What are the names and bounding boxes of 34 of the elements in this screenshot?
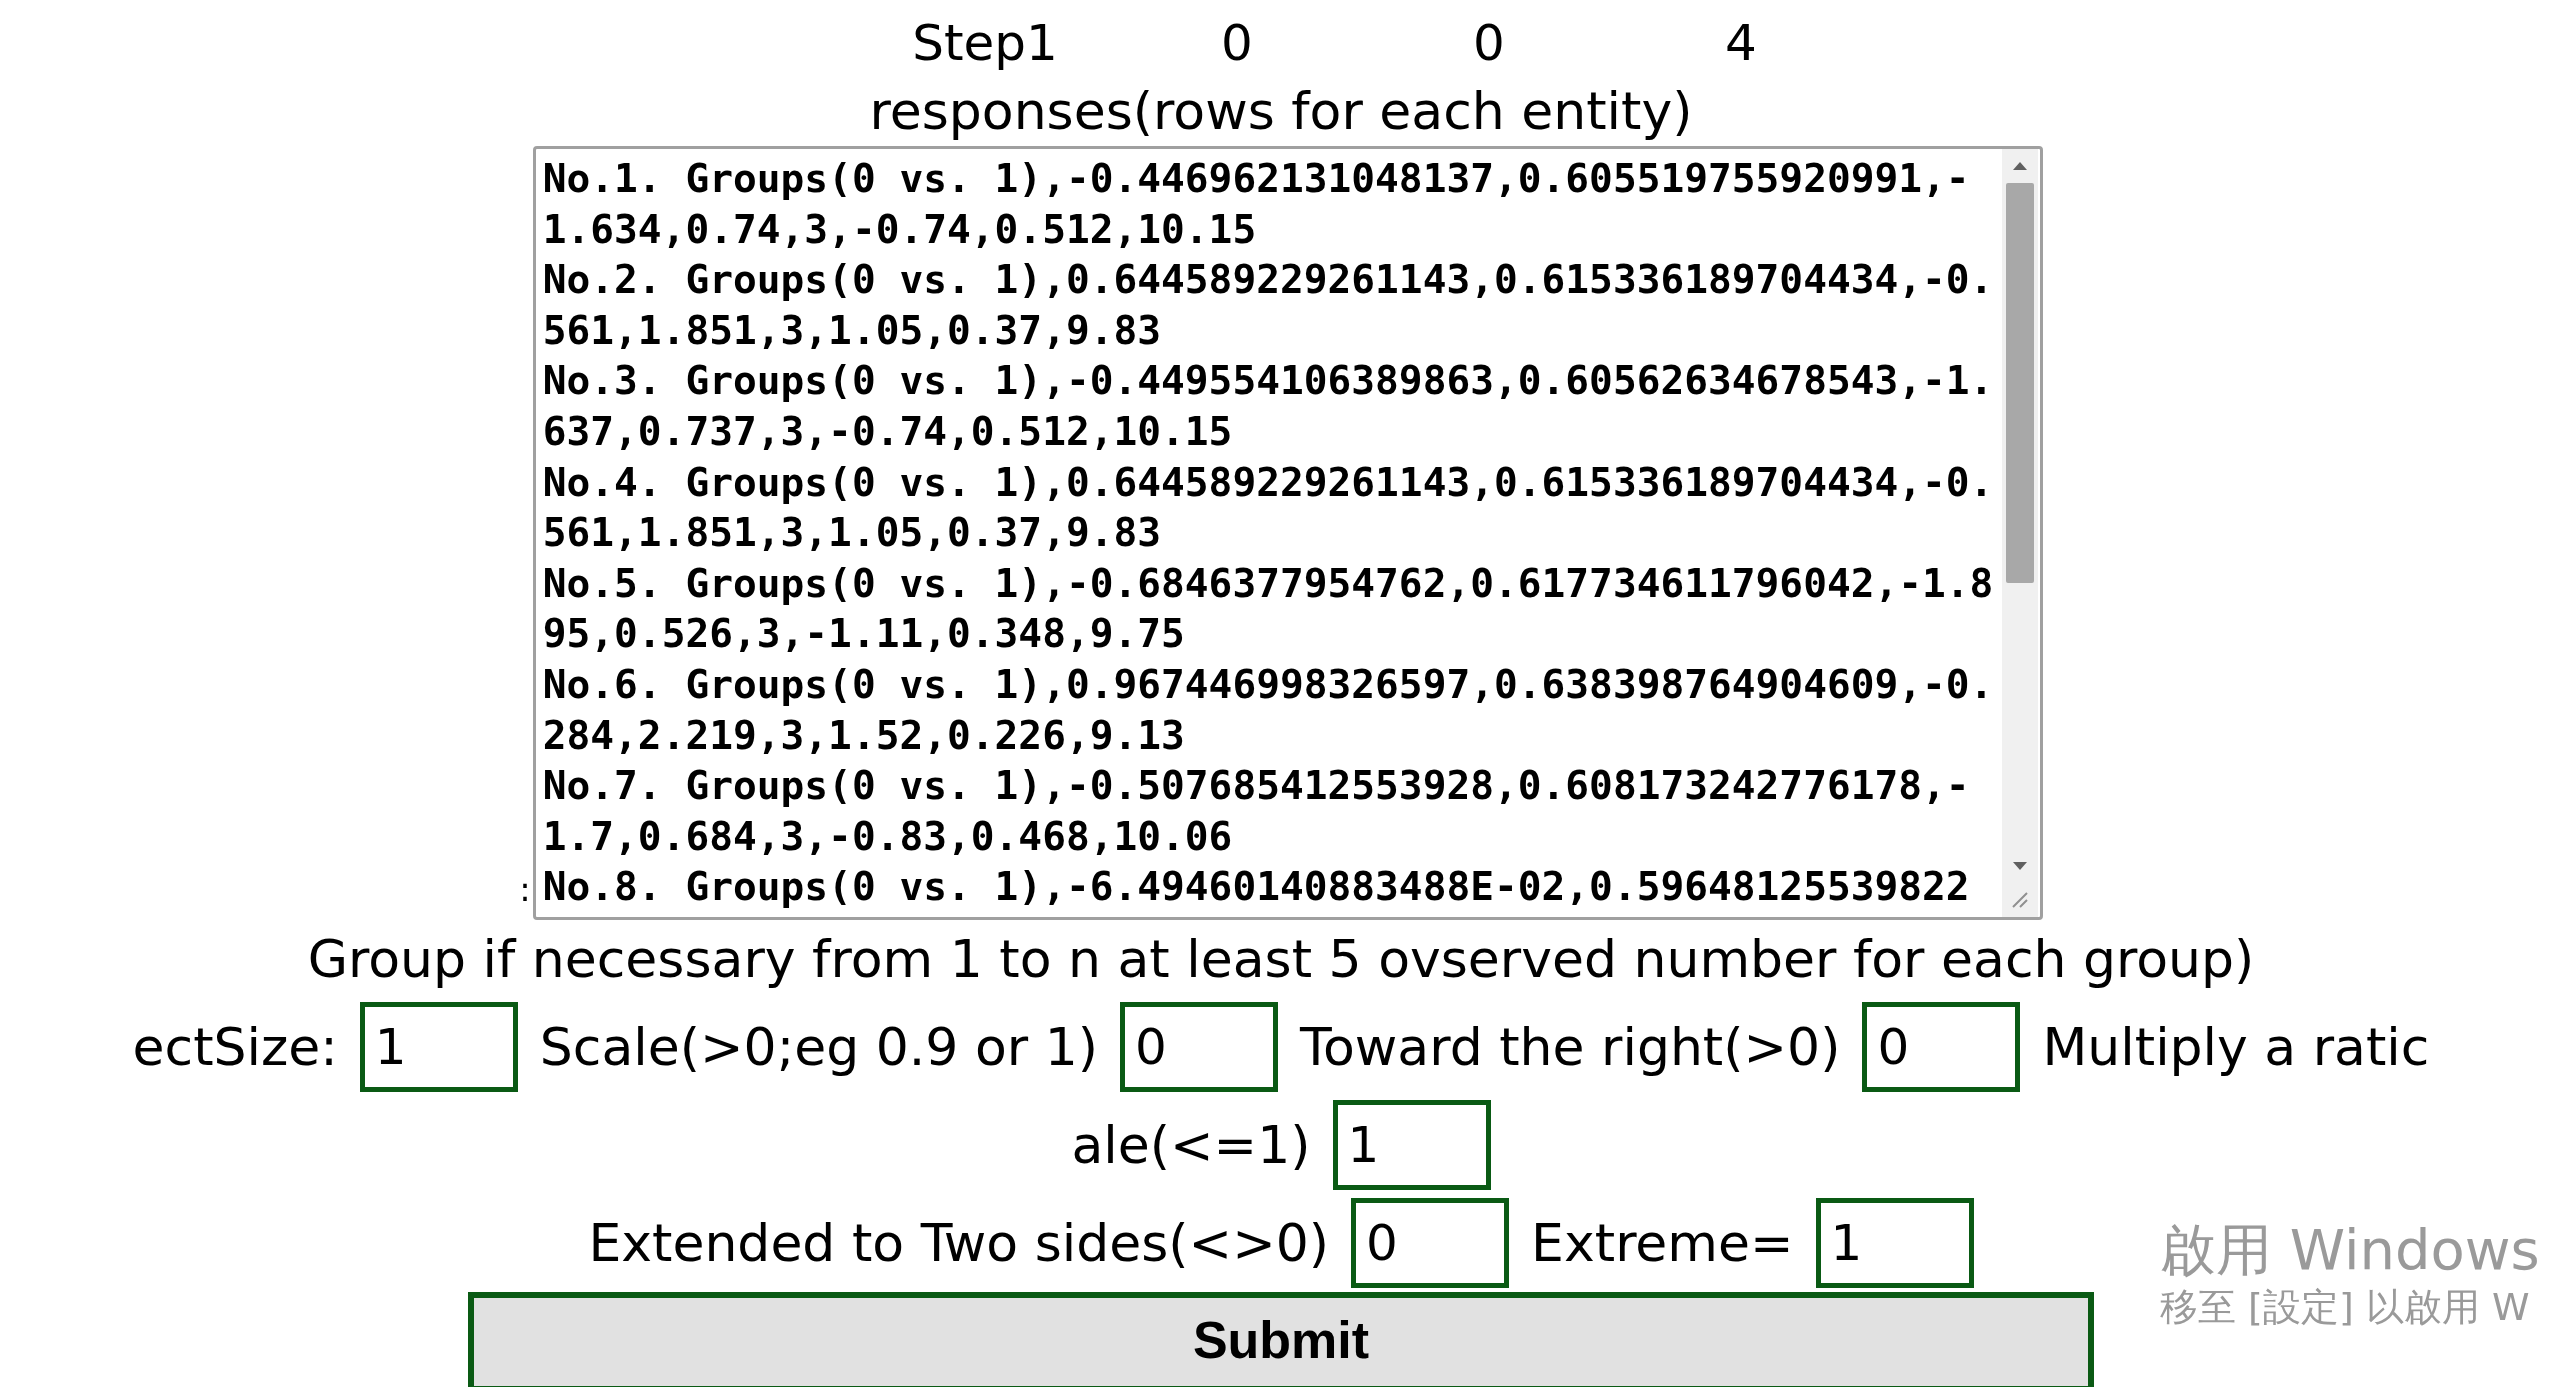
scroll-up-icon[interactable] — [2011, 161, 2028, 171]
responses-label: responses(rows for each entity) — [869, 80, 1693, 143]
scrollbar[interactable] — [2001, 149, 2038, 917]
step-value: 4 — [1724, 18, 1758, 68]
field-label: ale(<=1) — [1071, 1119, 1311, 1171]
response-row-text: No.5. Groups(0 vs. 1),-0.6846377954762,0.617734611796042,-1.895,0.526,3,-1.11,0.348,9.75 — [542, 558, 1995, 659]
step-value: 0 — [1472, 18, 1506, 68]
field-label: Extended to Two sides(<>0) — [588, 1217, 1330, 1269]
input-field[interactable]: 1 — [1332, 1100, 1491, 1190]
response-row-text: No.1. Groups(0 vs. 1),-0.446962131048137,0.605519755920991,-1.634,0.74,3,-0.74,0.512,10.15 — [542, 154, 1971, 254]
field-label: ectSize: — [132, 1021, 338, 1073]
colon-text: : — [519, 872, 531, 906]
responses-text-area[interactable] — [532, 146, 2043, 920]
input-field[interactable]: 0 — [1351, 1198, 1510, 1288]
response-row-text: No.4. Groups(0 vs. 1),0.644589229261143,0.615336189704434,-0.561,1.851,3,1.05,0.37,9.83 — [542, 457, 1995, 558]
step-value: 0 — [1220, 18, 1254, 68]
input-field[interactable]: 0 — [1120, 1002, 1279, 1092]
response-row-text: No.7. Groups(0 vs. 1),-0.507685412553928,0.608173242776178,-1.7,0.684,3,-0.83,0.468,10.06 — [542, 761, 1971, 861]
step-label: Step1 — [911, 18, 1059, 68]
activation-hint: 移至 [設定] 以啟用 W — [2160, 1288, 2531, 1326]
scroll-thumb[interactable] — [2005, 183, 2034, 583]
group-note: Group if necessary from 1 to n at least 5 ovserved number for each group) — [307, 928, 2255, 991]
activation-title: 啟用 Windows — [2160, 1222, 2540, 1278]
response-row-text: No.3. Groups(0 vs. 1),-0.449554106389863,0.60562634678543,-1.637,0.737,3,-0.74,0.512,10.15 — [542, 356, 1995, 456]
field-label: Extreme= — [1531, 1217, 1794, 1269]
scroll-down-icon[interactable] — [2011, 861, 2028, 871]
response-row-text: No.2. Groups(0 vs. 1),0.644589229261143,0.615336189704434,-0.561,1.851,3,1.05,0.37,9.83 — [542, 255, 1995, 355]
input-field[interactable]: 1 — [359, 1002, 518, 1092]
resize-grip-icon[interactable] — [2011, 892, 2028, 908]
submit-button[interactable]: Submit — [468, 1292, 2094, 1387]
input-field[interactable]: 1 — [1815, 1198, 1974, 1288]
input-field[interactable]: 0 — [1862, 1002, 2021, 1092]
response-row-text: No.8. Groups(0 vs. 1),-6.49460140883488E-02,0.59648125539822 — [542, 862, 1971, 912]
response-row-text: No.6. Groups(0 vs. 1),0.967446998326597,0.638398764904609,-0.284,2.219,3,1.52,0.226,9.13 — [542, 659, 1995, 760]
